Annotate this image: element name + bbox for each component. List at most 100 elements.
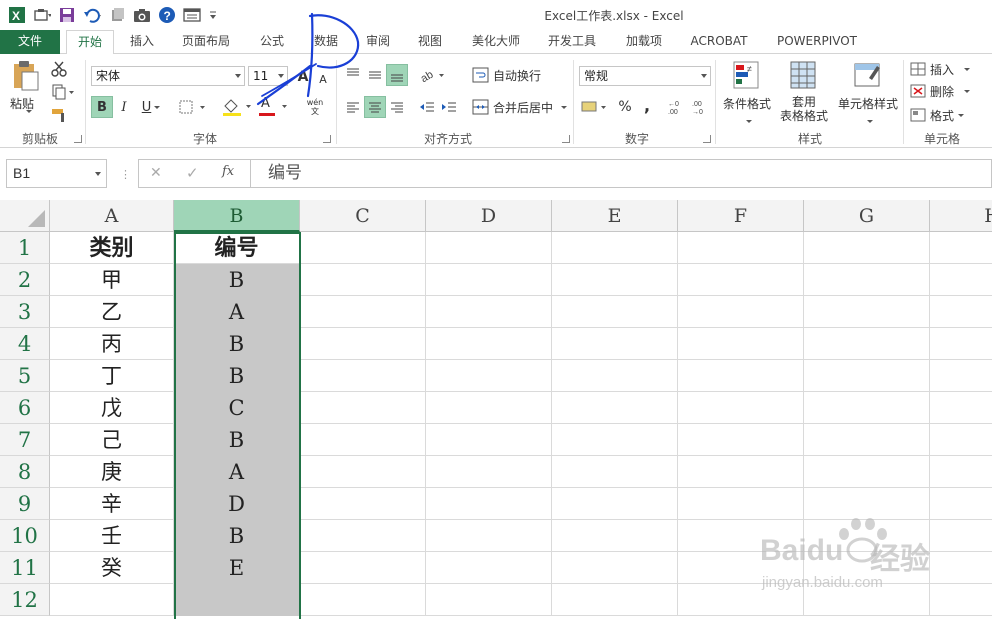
tab-8[interactable]: 美化大师 — [460, 30, 532, 54]
column-header-b[interactable]: B — [174, 200, 300, 232]
decrease-decimal-icon[interactable]: .00 →0 — [690, 96, 712, 118]
cell-b10[interactable]: B — [174, 520, 300, 552]
cell-b7[interactable]: B — [174, 424, 300, 456]
paste-button[interactable]: 粘贴 — [10, 60, 44, 120]
number-launcher-icon[interactable] — [703, 135, 711, 143]
cell-e3[interactable] — [552, 296, 678, 328]
cell-c10[interactable] — [300, 520, 426, 552]
cell-d4[interactable] — [426, 328, 552, 360]
cell-styles-button[interactable]: 单元格样式 — [836, 60, 900, 124]
grow-font-button[interactable]: A — [292, 66, 314, 88]
cell-e10[interactable] — [552, 520, 678, 552]
tab-0[interactable]: 文件 — [0, 30, 60, 54]
font-color-button[interactable]: A — [256, 96, 290, 118]
cell-c6[interactable] — [300, 392, 426, 424]
cell-d7[interactable] — [426, 424, 552, 456]
cell-a2[interactable]: 甲 — [50, 264, 174, 296]
cell-d3[interactable] — [426, 296, 552, 328]
cell-g5[interactable] — [804, 360, 930, 392]
tab-4[interactable]: 公式 — [248, 30, 296, 54]
align-bottom-icon[interactable] — [386, 64, 408, 86]
tab-11[interactable]: ACROBAT — [680, 30, 758, 54]
cell-c8[interactable] — [300, 456, 426, 488]
cell-g4[interactable] — [804, 328, 930, 360]
shrink-font-button[interactable]: A — [312, 68, 334, 90]
tab-5[interactable]: 数据 — [302, 30, 350, 54]
cell-c12[interactable] — [300, 584, 426, 616]
row-header-12[interactable]: 12 — [0, 584, 50, 616]
cell-c3[interactable] — [300, 296, 426, 328]
tab-10[interactable]: 加载项 — [614, 30, 674, 54]
cell-h8[interactable] — [930, 456, 992, 488]
cell-b3[interactable]: A — [174, 296, 300, 328]
number-format-combo[interactable]: 常规 — [579, 66, 711, 86]
bold-button[interactable]: B — [91, 96, 113, 118]
cell-a9[interactable]: 辛 — [50, 488, 174, 520]
cell-d2[interactable] — [426, 264, 552, 296]
cell-a12[interactable] — [50, 584, 174, 616]
row-header-7[interactable]: 7 — [0, 424, 50, 456]
cell-c7[interactable] — [300, 424, 426, 456]
align-middle-icon[interactable] — [364, 64, 386, 86]
row-header-10[interactable]: 10 — [0, 520, 50, 552]
cell-a7[interactable]: 己 — [50, 424, 174, 456]
cell-b2[interactable]: B — [174, 264, 300, 296]
row-header-1[interactable]: 1 — [0, 232, 50, 264]
increase-indent-icon[interactable] — [438, 96, 460, 118]
insert-cells-button[interactable]: 插入 — [910, 58, 971, 80]
align-top-icon[interactable] — [342, 64, 364, 86]
cell-e5[interactable] — [552, 360, 678, 392]
formula-input[interactable]: 编号 — [251, 159, 992, 188]
cell-c9[interactable] — [300, 488, 426, 520]
cell-g6[interactable] — [804, 392, 930, 424]
cell-a5[interactable]: 丁 — [50, 360, 174, 392]
tab-6[interactable]: 审阅 — [354, 30, 402, 54]
cell-e12[interactable] — [552, 584, 678, 616]
align-left-icon[interactable] — [342, 96, 364, 118]
format-as-table-button[interactable]: 套用 表格格式 — [774, 60, 834, 124]
cell-c1[interactable] — [300, 232, 426, 264]
cell-h2[interactable] — [930, 264, 992, 296]
cell-e8[interactable] — [552, 456, 678, 488]
cell-e1[interactable] — [552, 232, 678, 264]
comma-button[interactable]: , — [636, 94, 658, 116]
column-header-d[interactable]: D — [426, 200, 552, 232]
format-painter-icon[interactable] — [48, 104, 70, 126]
cell-d1[interactable] — [426, 232, 552, 264]
orientation-icon[interactable]: ab — [418, 64, 448, 86]
cut-icon[interactable] — [48, 58, 70, 80]
cell-h5[interactable] — [930, 360, 992, 392]
cell-d6[interactable] — [426, 392, 552, 424]
formula-bar-splitter-icon[interactable]: ⋮ — [120, 168, 131, 181]
row-header-5[interactable]: 5 — [0, 360, 50, 392]
tab-2[interactable]: 插入 — [118, 30, 166, 54]
align-right-icon[interactable] — [386, 96, 408, 118]
wrap-text-button[interactable]: 自动换行 — [472, 64, 541, 86]
cell-h4[interactable] — [930, 328, 992, 360]
row-header-11[interactable]: 11 — [0, 552, 50, 584]
increase-decimal-icon[interactable]: ←0.00 — [666, 96, 688, 118]
cell-a10[interactable]: 壬 — [50, 520, 174, 552]
column-header-a[interactable]: A — [50, 200, 174, 232]
cell-f1[interactable] — [678, 232, 804, 264]
column-header-h[interactable]: H — [930, 200, 992, 232]
row-header-4[interactable]: 4 — [0, 328, 50, 360]
align-center-icon[interactable] — [364, 96, 386, 118]
name-box[interactable]: B1 — [6, 159, 107, 188]
copy-icon[interactable] — [48, 81, 78, 103]
cell-b4[interactable]: B — [174, 328, 300, 360]
column-header-e[interactable]: E — [552, 200, 678, 232]
cell-e4[interactable] — [552, 328, 678, 360]
cell-g1[interactable] — [804, 232, 930, 264]
cell-d9[interactable] — [426, 488, 552, 520]
cell-d5[interactable] — [426, 360, 552, 392]
cell-a4[interactable]: 丙 — [50, 328, 174, 360]
cell-c4[interactable] — [300, 328, 426, 360]
fill-color-button[interactable] — [220, 96, 254, 118]
phonetic-button[interactable]: wén 文 — [300, 94, 330, 120]
row-header-9[interactable]: 9 — [0, 488, 50, 520]
cell-h3[interactable] — [930, 296, 992, 328]
column-header-c[interactable]: C — [300, 200, 426, 232]
cell-e7[interactable] — [552, 424, 678, 456]
cell-c11[interactable] — [300, 552, 426, 584]
